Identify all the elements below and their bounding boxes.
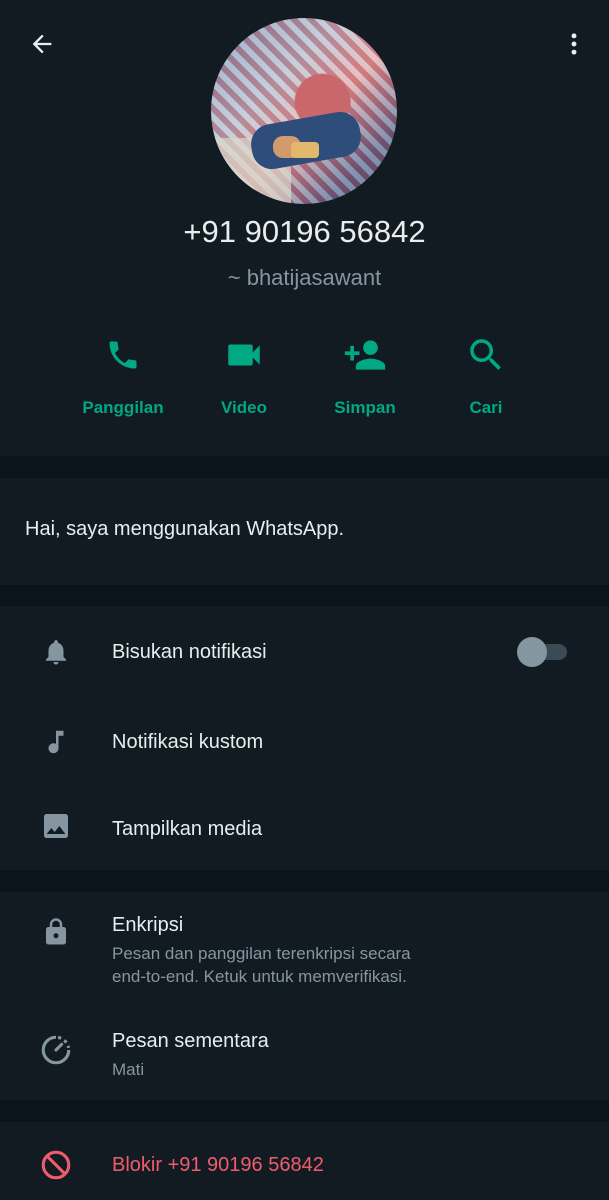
- privacy-section: Enkripsi Pesan dan panggilan terenkripsi…: [0, 892, 609, 1100]
- block-contact-row[interactable]: Blokir +91 90196 56842: [0, 1122, 609, 1200]
- contact-header: +91 90196 56842 ~ bhatijasawant Panggila…: [0, 0, 609, 456]
- image-icon: [36, 806, 76, 846]
- custom-notifications-label: Notifikasi kustom: [112, 731, 264, 753]
- call-button[interactable]: Panggilan: [63, 330, 183, 418]
- video-label: Video: [221, 398, 267, 417]
- search-label: Cari: [469, 398, 503, 417]
- block-icon: [36, 1145, 76, 1185]
- save-contact-button[interactable]: Simpan: [305, 330, 425, 418]
- mute-toggle[interactable]: [517, 637, 567, 667]
- disappearing-messages-title: Pesan sementara: [112, 1030, 269, 1052]
- lock-icon: [36, 912, 76, 952]
- phone-icon: [63, 330, 183, 380]
- save-label: Simpan: [334, 398, 396, 417]
- disappearing-messages-row[interactable]: Pesan sementara Mati: [0, 1014, 609, 1100]
- contact-phone-number: +91 90196 56842: [183, 214, 426, 249]
- timer-icon: [36, 1030, 76, 1070]
- show-media-row[interactable]: Tampilkan media: [0, 786, 609, 870]
- encryption-description-line2: end-to-end. Ketuk untuk memverifikasi.: [112, 967, 407, 986]
- show-media-label: Tampilkan media: [112, 818, 263, 840]
- block-contact-label: Blokir +91 90196 56842: [112, 1154, 324, 1176]
- settings-section: Bisukan notifikasi Notifikasi kustom Tam…: [0, 606, 609, 870]
- back-arrow-icon[interactable]: [24, 26, 60, 62]
- video-call-button[interactable]: Video: [184, 330, 304, 418]
- add-person-icon: [305, 330, 425, 380]
- music-note-icon: [36, 722, 76, 762]
- about-text: Hai, saya menggunakan WhatsApp.: [25, 518, 345, 540]
- disappearing-messages-value: Mati: [112, 1060, 145, 1079]
- bell-icon: [36, 632, 76, 672]
- about-section[interactable]: Hai, saya menggunakan WhatsApp.: [0, 478, 609, 585]
- search-button[interactable]: Cari: [426, 330, 546, 418]
- mute-notifications-label: Bisukan notifikasi: [112, 641, 267, 663]
- encryption-row[interactable]: Enkripsi Pesan dan panggilan terenkripsi…: [0, 892, 609, 1000]
- more-options-icon[interactable]: [556, 26, 592, 62]
- call-label: Panggilan: [82, 398, 164, 417]
- mute-notifications-row[interactable]: Bisukan notifikasi: [0, 606, 609, 698]
- custom-notifications-row[interactable]: Notifikasi kustom: [0, 698, 609, 786]
- search-icon: [426, 330, 546, 380]
- video-icon: [184, 330, 304, 380]
- encryption-description-line1: Pesan dan panggilan terenkripsi secara: [112, 944, 411, 963]
- encryption-title: Enkripsi: [112, 914, 184, 936]
- block-section: Blokir +91 90196 56842: [0, 1122, 609, 1200]
- contact-username: ~ bhatijasawant: [227, 265, 382, 290]
- profile-avatar[interactable]: [211, 18, 397, 204]
